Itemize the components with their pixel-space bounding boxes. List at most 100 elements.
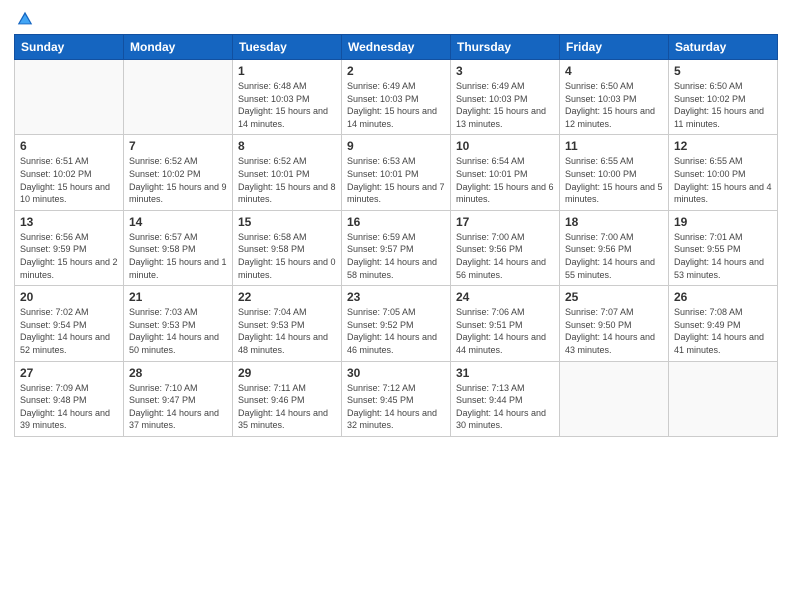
day-info: Sunrise: 7:02 AM Sunset: 9:54 PM Dayligh… (20, 306, 118, 356)
day-info: Sunrise: 7:10 AM Sunset: 9:47 PM Dayligh… (129, 382, 227, 432)
calendar-cell: 10 Sunrise: 6:54 AM Sunset: 10:01 PM Dayl… (451, 135, 560, 210)
day-number: 26 (674, 290, 772, 304)
day-number: 29 (238, 366, 336, 380)
calendar-cell: 23Sunrise: 7:05 AM Sunset: 9:52 PM Dayli… (342, 286, 451, 361)
calendar: SundayMondayTuesdayWednesdayThursdayFrid… (14, 34, 778, 437)
calendar-cell: 14 Sunrise: 6:57 AM Sunset: 9:58 PM Dayli… (124, 210, 233, 285)
day-number: 9 (347, 139, 445, 153)
day-number: 21 (129, 290, 227, 304)
calendar-cell: 16 Sunrise: 6:59 AM Sunset: 9:57 PM Dayli… (342, 210, 451, 285)
day-header-wednesday: Wednesday (342, 35, 451, 60)
day-info: Sunrise: 6:57 AM Sunset: 9:58 PM Dayligh… (129, 231, 227, 281)
day-number: 8 (238, 139, 336, 153)
calendar-cell: 15Sunrise: 6:58 AM Sunset: 9:58 PM Dayli… (233, 210, 342, 285)
day-info: Sunrise: 7:06 AM Sunset: 9:51 PM Dayligh… (456, 306, 554, 356)
calendar-week-4: 20 Sunrise: 7:02 AM Sunset: 9:54 PM Dayli… (15, 286, 778, 361)
calendar-week-3: 13 Sunrise: 6:56 AM Sunset: 9:59 PM Dayli… (15, 210, 778, 285)
day-number: 22 (238, 290, 336, 304)
calendar-cell: 29 Sunrise: 7:11 AM Sunset: 9:46 PM Dayli… (233, 361, 342, 436)
day-number: 7 (129, 139, 227, 153)
calendar-cell: 11 Sunrise: 6:55 AM Sunset: 10:00 PM Dayl… (560, 135, 669, 210)
day-number: 17 (456, 215, 554, 229)
day-number: 11 (565, 139, 663, 153)
calendar-cell: 21 Sunrise: 7:03 AM Sunset: 9:53 PM Dayli… (124, 286, 233, 361)
day-info: Sunrise: 6:58 AM Sunset: 9:58 PM Dayligh… (238, 231, 336, 281)
day-number: 14 (129, 215, 227, 229)
day-info: Sunrise: 7:08 AM Sunset: 9:49 PM Dayligh… (674, 306, 772, 356)
day-info: Sunrise: 6:52 AM Sunset: 10:02 PM Daylig… (129, 155, 227, 205)
calendar-header-row: SundayMondayTuesdayWednesdayThursdayFrid… (15, 35, 778, 60)
calendar-cell: 27Sunrise: 7:09 AM Sunset: 9:48 PM Dayli… (15, 361, 124, 436)
day-number: 6 (20, 139, 118, 153)
calendar-week-2: 6 Sunrise: 6:51 AM Sunset: 10:02 PM Dayli… (15, 135, 778, 210)
calendar-cell: 4 Sunrise: 6:50 AM Sunset: 10:03 PM Dayli… (560, 60, 669, 135)
calendar-cell: 6 Sunrise: 6:51 AM Sunset: 10:02 PM Dayli… (15, 135, 124, 210)
day-number: 3 (456, 64, 554, 78)
day-info: Sunrise: 7:12 AM Sunset: 9:45 PM Dayligh… (347, 382, 445, 432)
day-info: Sunrise: 7:00 AM Sunset: 9:56 PM Dayligh… (456, 231, 554, 281)
day-info: Sunrise: 6:49 AM Sunset: 10:03 PM Daylig… (347, 80, 445, 130)
calendar-week-5: 27Sunrise: 7:09 AM Sunset: 9:48 PM Dayli… (15, 361, 778, 436)
day-info: Sunrise: 6:49 AM Sunset: 10:03 PM Daylig… (456, 80, 554, 130)
calendar-cell: 31 Sunrise: 7:13 AM Sunset: 9:44 PM Dayli… (451, 361, 560, 436)
calendar-cell: 25 Sunrise: 7:07 AM Sunset: 9:50 PM Dayli… (560, 286, 669, 361)
day-info: Sunrise: 7:04 AM Sunset: 9:53 PM Dayligh… (238, 306, 336, 356)
calendar-cell: 30 Sunrise: 7:12 AM Sunset: 9:45 PM Dayli… (342, 361, 451, 436)
calendar-cell: 9 Sunrise: 6:53 AM Sunset: 10:01 PM Dayli… (342, 135, 451, 210)
calendar-week-1: 1Sunrise: 6:48 AM Sunset: 10:03 PM Dayli… (15, 60, 778, 135)
calendar-cell: 7 Sunrise: 6:52 AM Sunset: 10:02 PM Dayli… (124, 135, 233, 210)
calendar-cell: 19 Sunrise: 7:01 AM Sunset: 9:55 PM Dayli… (669, 210, 778, 285)
calendar-cell (560, 361, 669, 436)
day-info: Sunrise: 6:52 AM Sunset: 10:01 PM Daylig… (238, 155, 336, 205)
day-info: Sunrise: 6:54 AM Sunset: 10:01 PM Daylig… (456, 155, 554, 205)
day-info: Sunrise: 6:50 AM Sunset: 10:03 PM Daylig… (565, 80, 663, 130)
day-header-thursday: Thursday (451, 35, 560, 60)
calendar-cell: 17 Sunrise: 7:00 AM Sunset: 9:56 PM Dayli… (451, 210, 560, 285)
day-header-saturday: Saturday (669, 35, 778, 60)
day-number: 5 (674, 64, 772, 78)
day-number: 20 (20, 290, 118, 304)
page: SundayMondayTuesdayWednesdayThursdayFrid… (0, 0, 792, 612)
calendar-cell: 3 Sunrise: 6:49 AM Sunset: 10:03 PM Dayli… (451, 60, 560, 135)
calendar-cell: 26 Sunrise: 7:08 AM Sunset: 9:49 PM Dayli… (669, 286, 778, 361)
day-number: 13 (20, 215, 118, 229)
day-info: Sunrise: 7:00 AM Sunset: 9:56 PM Dayligh… (565, 231, 663, 281)
day-info: Sunrise: 7:01 AM Sunset: 9:55 PM Dayligh… (674, 231, 772, 281)
calendar-cell: 8 Sunrise: 6:52 AM Sunset: 10:01 PM Dayli… (233, 135, 342, 210)
day-info: Sunrise: 6:51 AM Sunset: 10:02 PM Daylig… (20, 155, 118, 205)
day-header-tuesday: Tuesday (233, 35, 342, 60)
logo (14, 10, 34, 28)
day-info: Sunrise: 7:11 AM Sunset: 9:46 PM Dayligh… (238, 382, 336, 432)
day-number: 10 (456, 139, 554, 153)
day-number: 2 (347, 64, 445, 78)
day-header-friday: Friday (560, 35, 669, 60)
calendar-cell (669, 361, 778, 436)
day-info: Sunrise: 6:53 AM Sunset: 10:01 PM Daylig… (347, 155, 445, 205)
day-number: 18 (565, 215, 663, 229)
calendar-cell: 20 Sunrise: 7:02 AM Sunset: 9:54 PM Dayli… (15, 286, 124, 361)
day-number: 25 (565, 290, 663, 304)
header (14, 10, 778, 28)
day-info: Sunrise: 7:07 AM Sunset: 9:50 PM Dayligh… (565, 306, 663, 356)
day-info: Sunrise: 7:05 AM Sunset: 9:52 PM Dayligh… (347, 306, 445, 356)
calendar-cell: 13 Sunrise: 6:56 AM Sunset: 9:59 PM Dayli… (15, 210, 124, 285)
calendar-cell: 12Sunrise: 6:55 AM Sunset: 10:00 PM Dayl… (669, 135, 778, 210)
day-info: Sunrise: 6:59 AM Sunset: 9:57 PM Dayligh… (347, 231, 445, 281)
calendar-cell: 1Sunrise: 6:48 AM Sunset: 10:03 PM Dayli… (233, 60, 342, 135)
day-info: Sunrise: 6:55 AM Sunset: 10:00 PM Daylig… (565, 155, 663, 205)
day-info: Sunrise: 6:55 AM Sunset: 10:00 PM Daylig… (674, 155, 772, 205)
day-info: Sunrise: 7:13 AM Sunset: 9:44 PM Dayligh… (456, 382, 554, 432)
day-info: Sunrise: 6:48 AM Sunset: 10:03 PM Daylig… (238, 80, 336, 130)
day-info: Sunrise: 6:50 AM Sunset: 10:02 PM Daylig… (674, 80, 772, 130)
day-number: 4 (565, 64, 663, 78)
day-number: 30 (347, 366, 445, 380)
calendar-cell: 18 Sunrise: 7:00 AM Sunset: 9:56 PM Dayli… (560, 210, 669, 285)
day-info: Sunrise: 6:56 AM Sunset: 9:59 PM Dayligh… (20, 231, 118, 281)
day-number: 19 (674, 215, 772, 229)
day-number: 27 (20, 366, 118, 380)
day-number: 31 (456, 366, 554, 380)
calendar-cell: 5 Sunrise: 6:50 AM Sunset: 10:02 PM Dayli… (669, 60, 778, 135)
calendar-cell: 22 Sunrise: 7:04 AM Sunset: 9:53 PM Dayli… (233, 286, 342, 361)
day-number: 16 (347, 215, 445, 229)
day-info: Sunrise: 7:03 AM Sunset: 9:53 PM Dayligh… (129, 306, 227, 356)
